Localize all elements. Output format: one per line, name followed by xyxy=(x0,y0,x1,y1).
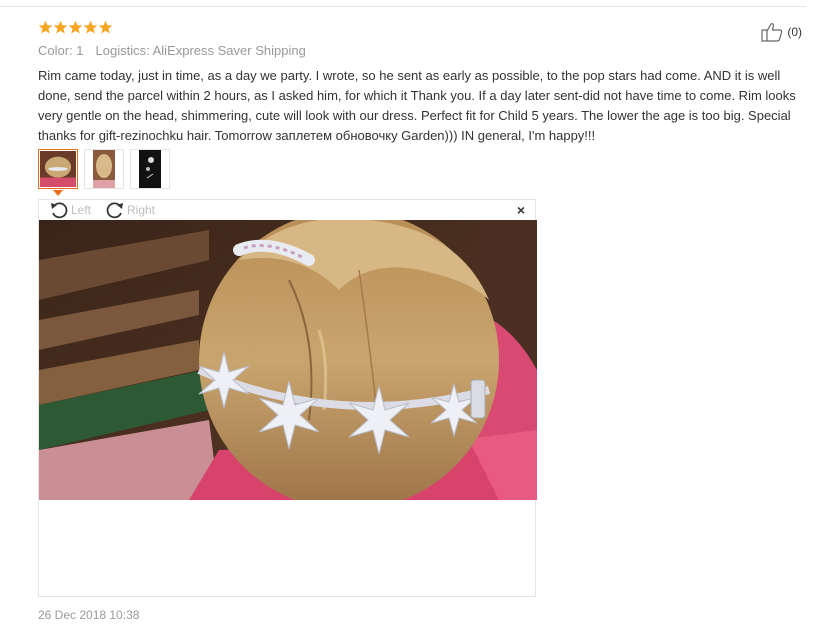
star-icon xyxy=(53,20,68,34)
review-meta: Color: 1 Logistics: AliExpress Saver Ship… xyxy=(38,43,306,58)
star-rating xyxy=(38,20,113,35)
thumbnail-3[interactable] xyxy=(130,149,170,189)
rotate-left-label: Left xyxy=(71,203,92,217)
active-thumbnail-caret xyxy=(53,190,63,196)
close-viewer-button[interactable]: × xyxy=(517,203,525,217)
thumbnail-1[interactable] xyxy=(38,149,78,196)
thumbnail-image xyxy=(93,150,115,188)
star-icon xyxy=(68,20,83,34)
photo-thumbnails xyxy=(38,149,170,196)
helpful-count: (0) xyxy=(787,25,802,39)
thumbnail-image xyxy=(139,150,161,188)
review-date: 26 Dec 2018 10:38 xyxy=(38,608,140,622)
thumbs-up-icon xyxy=(761,23,783,42)
top-divider xyxy=(0,6,806,7)
review-photo xyxy=(39,220,537,500)
rotate-left-button[interactable]: Left xyxy=(49,200,91,220)
thumbnail-2[interactable] xyxy=(84,149,124,189)
helpful-button[interactable]: (0) xyxy=(761,22,802,42)
rotate-right-icon xyxy=(106,202,123,219)
thumbnail-image xyxy=(40,151,76,187)
photo-viewer: Left Right × xyxy=(38,199,537,597)
star-icon xyxy=(98,20,113,34)
star-icon xyxy=(83,20,98,34)
rotate-left-icon xyxy=(51,202,68,219)
review-text: Rim came today, just in time, as a day w… xyxy=(38,68,796,143)
rotate-right-button[interactable]: Right xyxy=(105,200,155,220)
color-label: Color: 1 xyxy=(38,43,84,58)
star-icon xyxy=(38,20,53,34)
logistics-label: Logistics: AliExpress Saver Shipping xyxy=(95,43,306,58)
rotate-right-label: Right xyxy=(127,203,156,217)
